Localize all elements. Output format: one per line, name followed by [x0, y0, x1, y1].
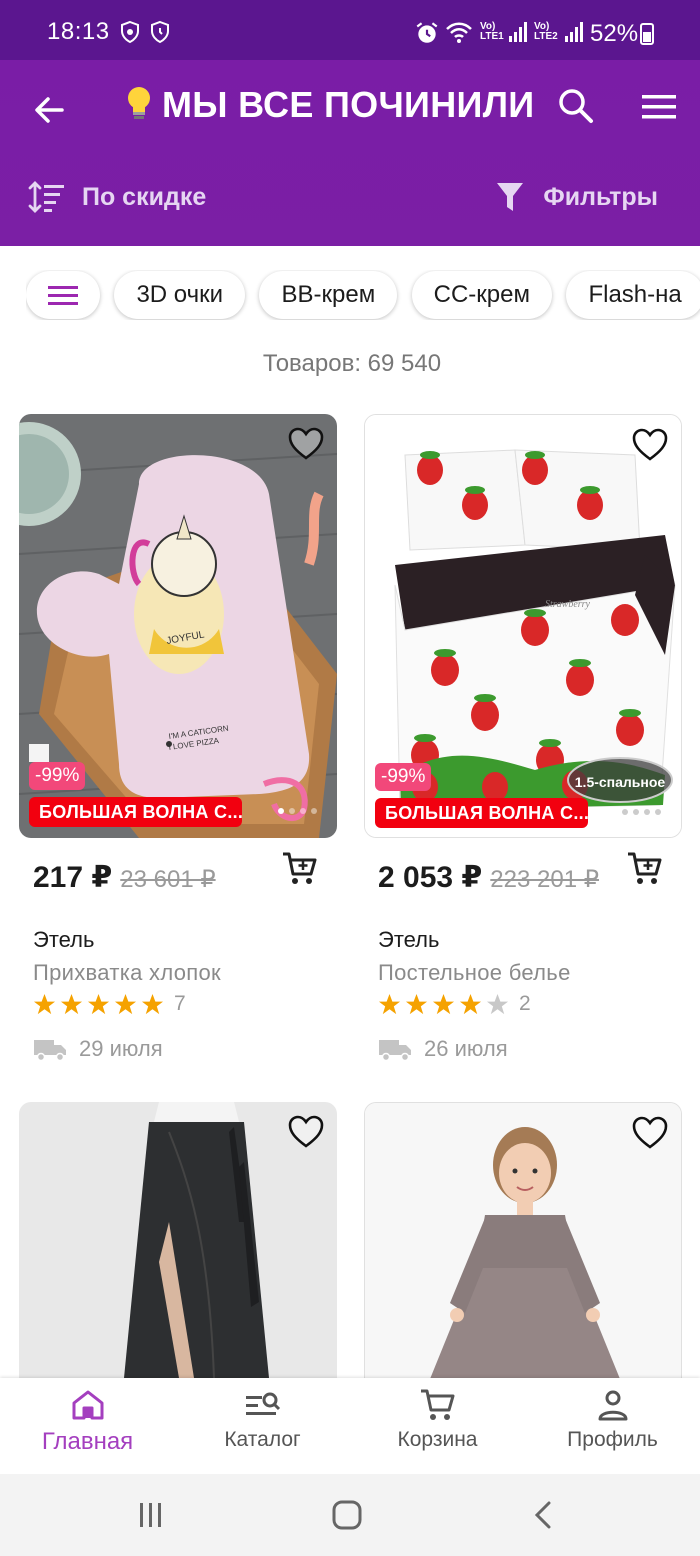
- nav-profile-label: Профиль: [567, 1428, 658, 1451]
- chip-bb-cream[interactable]: BB-крем: [259, 271, 398, 319]
- nav-catalog[interactable]: Каталог: [175, 1388, 350, 1452]
- clock-shield-icon: [151, 20, 169, 44]
- profile-icon: [598, 1390, 627, 1421]
- signal-2-icon: [565, 22, 583, 42]
- star-filled-icon: [60, 993, 83, 1014]
- delivery-date: 26 июля: [424, 1036, 508, 1061]
- nav-profile[interactable]: Профиль: [525, 1388, 700, 1452]
- nav-home[interactable]: Главная: [0, 1388, 175, 1456]
- star-filled-icon: [405, 993, 428, 1014]
- current-price: 217 ₽: [33, 861, 113, 894]
- filters-button[interactable]: Фильтры: [495, 180, 658, 214]
- delivery-truck-icon: [34, 1040, 66, 1061]
- sort-label: По скидке: [82, 182, 207, 211]
- nav-catalog-label: Каталог: [224, 1428, 301, 1451]
- old-price: 23 601 ₽: [120, 866, 216, 893]
- delivery-info: 29 июля: [33, 1036, 163, 1062]
- search-icon[interactable]: [556, 86, 596, 126]
- page-title-text: МЫ ВСЕ ПОЧИНИЛИ!...: [162, 84, 534, 125]
- product-image[interactable]: [364, 1102, 682, 1378]
- category-chips: 3D очки BB-крем CC-крем Flash-на: [26, 270, 700, 320]
- chip-3d-glasses[interactable]: 3D очки: [114, 271, 246, 319]
- rating-stars: 7: [33, 992, 186, 1016]
- promo-badge: БОЛЬШАЯ ВОЛНА С...: [29, 797, 242, 827]
- delivery-info: 26 июля: [378, 1036, 508, 1062]
- back-arrow-icon[interactable]: [30, 90, 70, 130]
- rating-stars: 2: [378, 992, 531, 1016]
- system-navigation-bar: [0, 1474, 700, 1556]
- review-count: 2: [519, 992, 531, 1015]
- chip-cc-cream[interactable]: CC-крем: [411, 271, 552, 319]
- discount-badge: -99%: [375, 763, 432, 791]
- sort-icon: [28, 181, 64, 213]
- status-bar: 18:13 Vo) LTE1 Vo) LTE2 52%: [0, 0, 700, 60]
- discount-badge: -99%: [29, 762, 86, 790]
- home-button-icon[interactable]: [331, 1499, 363, 1531]
- product-image[interactable]: [19, 1102, 337, 1378]
- filters-label: Фильтры: [543, 182, 658, 211]
- bottom-navigation: Главная Каталог Корзина Профиль: [0, 1378, 700, 1474]
- items-count: Товаров: 69 540: [262, 350, 442, 377]
- star-filled-icon: [432, 993, 455, 1014]
- star-empty-icon: [486, 993, 509, 1014]
- signal-1-icon: [509, 22, 527, 42]
- image-pager-dots: [278, 808, 317, 814]
- status-time: 18:13: [47, 18, 110, 45]
- cart-icon: [420, 1389, 454, 1420]
- app-bar: МЫ ВСЕ ПОЧИНИЛИ!... По скидке Фильтры: [0, 60, 700, 246]
- network-1-label: Vo) LTE1: [480, 21, 504, 42]
- heart-favorite-icon[interactable]: [287, 1114, 325, 1150]
- product-name: Постельное белье: [378, 960, 571, 985]
- current-price: 2 053 ₽: [378, 861, 483, 894]
- star-filled-icon: [378, 993, 401, 1014]
- shield-icon: [121, 20, 139, 44]
- old-price: 223 201 ₽: [490, 866, 599, 893]
- nav-cart-label: Корзина: [397, 1428, 478, 1451]
- filter-funnel-icon: [497, 183, 524, 211]
- brand-name: Этель: [378, 927, 440, 952]
- review-count: 7: [174, 992, 186, 1015]
- battery-percent: 52%: [590, 20, 639, 47]
- product-image[interactable]: I'M A CATICORN I LOVE PIZZA JOYFUL -99% …: [19, 414, 337, 838]
- brand-name: Этель: [33, 927, 95, 952]
- star-filled-icon: [33, 993, 56, 1014]
- heart-favorite-icon[interactable]: [287, 426, 325, 462]
- product-image[interactable]: Strawberry 1.5-спальное -99% БОЛЬШАЯ ВОЛ…: [364, 414, 682, 838]
- hamburger-chip-icon: [48, 286, 78, 305]
- promo-badge: БОЛЬШАЯ ВОЛНА С...: [375, 798, 588, 828]
- star-filled-icon: [141, 993, 164, 1014]
- add-to-cart-icon[interactable]: [626, 850, 664, 888]
- add-to-cart-icon[interactable]: [281, 850, 319, 888]
- nav-home-label: Главная: [41, 1428, 134, 1455]
- system-back-icon[interactable]: [530, 1499, 556, 1531]
- star-filled-icon: [114, 993, 137, 1014]
- nav-cart[interactable]: Корзина: [350, 1388, 525, 1452]
- network-2-label: Vo) LTE2: [534, 21, 558, 42]
- page-title: МЫ ВСЕ ПОЧИНИЛИ!...: [124, 84, 534, 126]
- hamburger-menu-icon[interactable]: [640, 90, 678, 124]
- catalog-search-icon: [245, 1392, 280, 1415]
- home-icon: [72, 1390, 103, 1420]
- chip-menu[interactable]: [26, 271, 100, 319]
- alarm-icon: [416, 22, 438, 43]
- recent-apps-icon[interactable]: [136, 1500, 166, 1530]
- battery-icon: [640, 23, 654, 45]
- price-row: 217 ₽ 23 601 ₽: [33, 860, 216, 895]
- image-pager-dots: [611, 809, 661, 815]
- wifi-icon: [446, 22, 472, 43]
- delivery-date: 29 июля: [79, 1036, 163, 1061]
- star-filled-icon: [87, 993, 110, 1014]
- light-bulb-icon: [128, 87, 150, 119]
- heart-favorite-icon[interactable]: [631, 427, 669, 463]
- star-filled-icon: [459, 993, 482, 1014]
- heart-favorite-icon[interactable]: [631, 1115, 669, 1151]
- chip-flash[interactable]: Flash-на: [566, 271, 700, 319]
- price-row: 2 053 ₽ 223 201 ₽: [378, 860, 599, 895]
- size-badge: 1.5-спальное: [575, 774, 666, 790]
- sort-button[interactable]: По скидке: [28, 180, 206, 214]
- delivery-truck-icon: [379, 1040, 411, 1061]
- product-name: Прихватка хлопок: [33, 960, 221, 985]
- fabric-text: Strawberry: [545, 599, 591, 610]
